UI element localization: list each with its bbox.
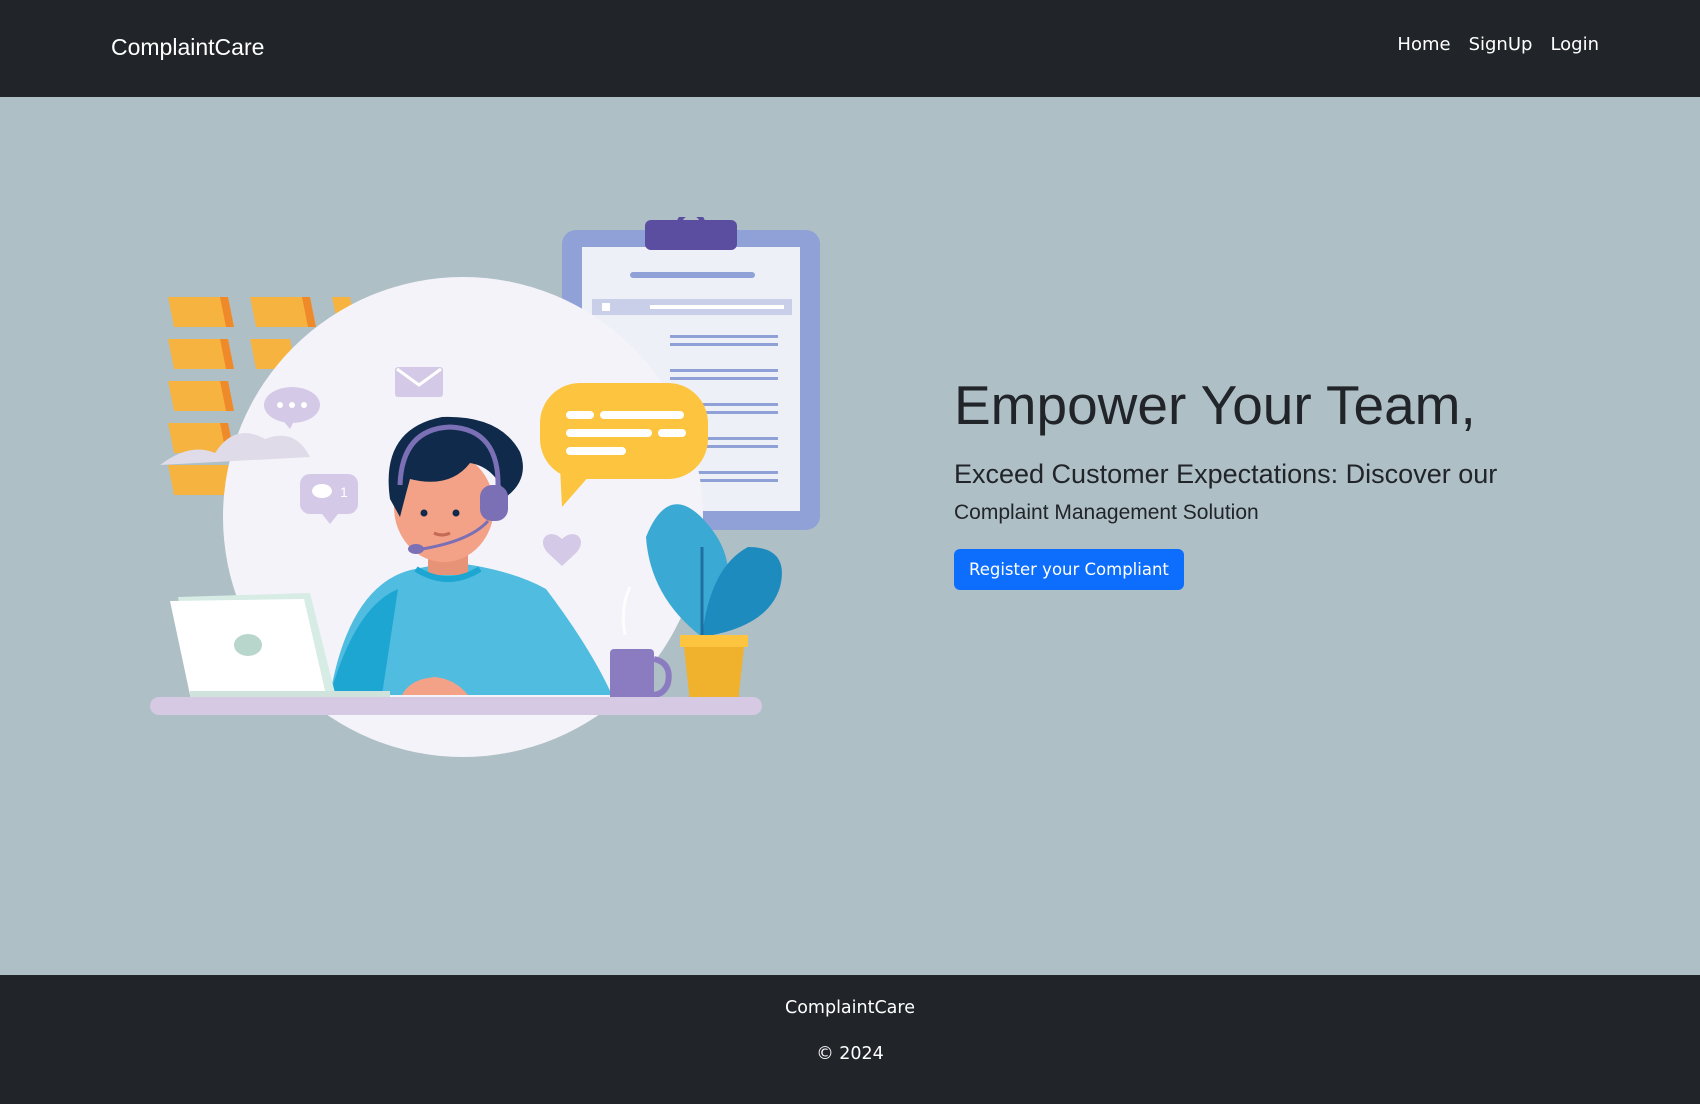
hero-subtitle-line2: Complaint Management Solution: [954, 500, 1259, 524]
nav-signup-link[interactable]: SignUp: [1469, 34, 1533, 55]
envelope-icon: [395, 367, 443, 397]
hero-subtitle-line1: Exceed Customer Expectations: Discover o…: [954, 458, 1498, 489]
nav-home-link[interactable]: Home: [1397, 34, 1450, 55]
hero-section: 1 Empower Your Team, Exceed Customer Exp…: [0, 97, 1700, 975]
footer: ComplaintCare © 2024: [0, 975, 1700, 1104]
navbar: ComplaintCare Home SignUp Login: [0, 0, 1700, 97]
nav-links: Home SignUp Login: [1397, 34, 1599, 55]
hero-text: Empower Your Team, Exceed Customer Expec…: [954, 374, 1594, 591]
nav-login-link[interactable]: Login: [1550, 34, 1599, 55]
svg-text:1: 1: [340, 484, 348, 500]
register-complaint-button[interactable]: Register your Compliant: [954, 549, 1184, 591]
customer-support-illustration: 1: [150, 217, 820, 757]
hero-title: Empower Your Team,: [954, 374, 1476, 436]
brand-link[interactable]: ComplaintCare: [111, 34, 264, 61]
footer-copyright: © 2024: [816, 1044, 884, 1064]
footer-brand: ComplaintCare: [784, 998, 915, 1018]
desk: [150, 697, 762, 715]
